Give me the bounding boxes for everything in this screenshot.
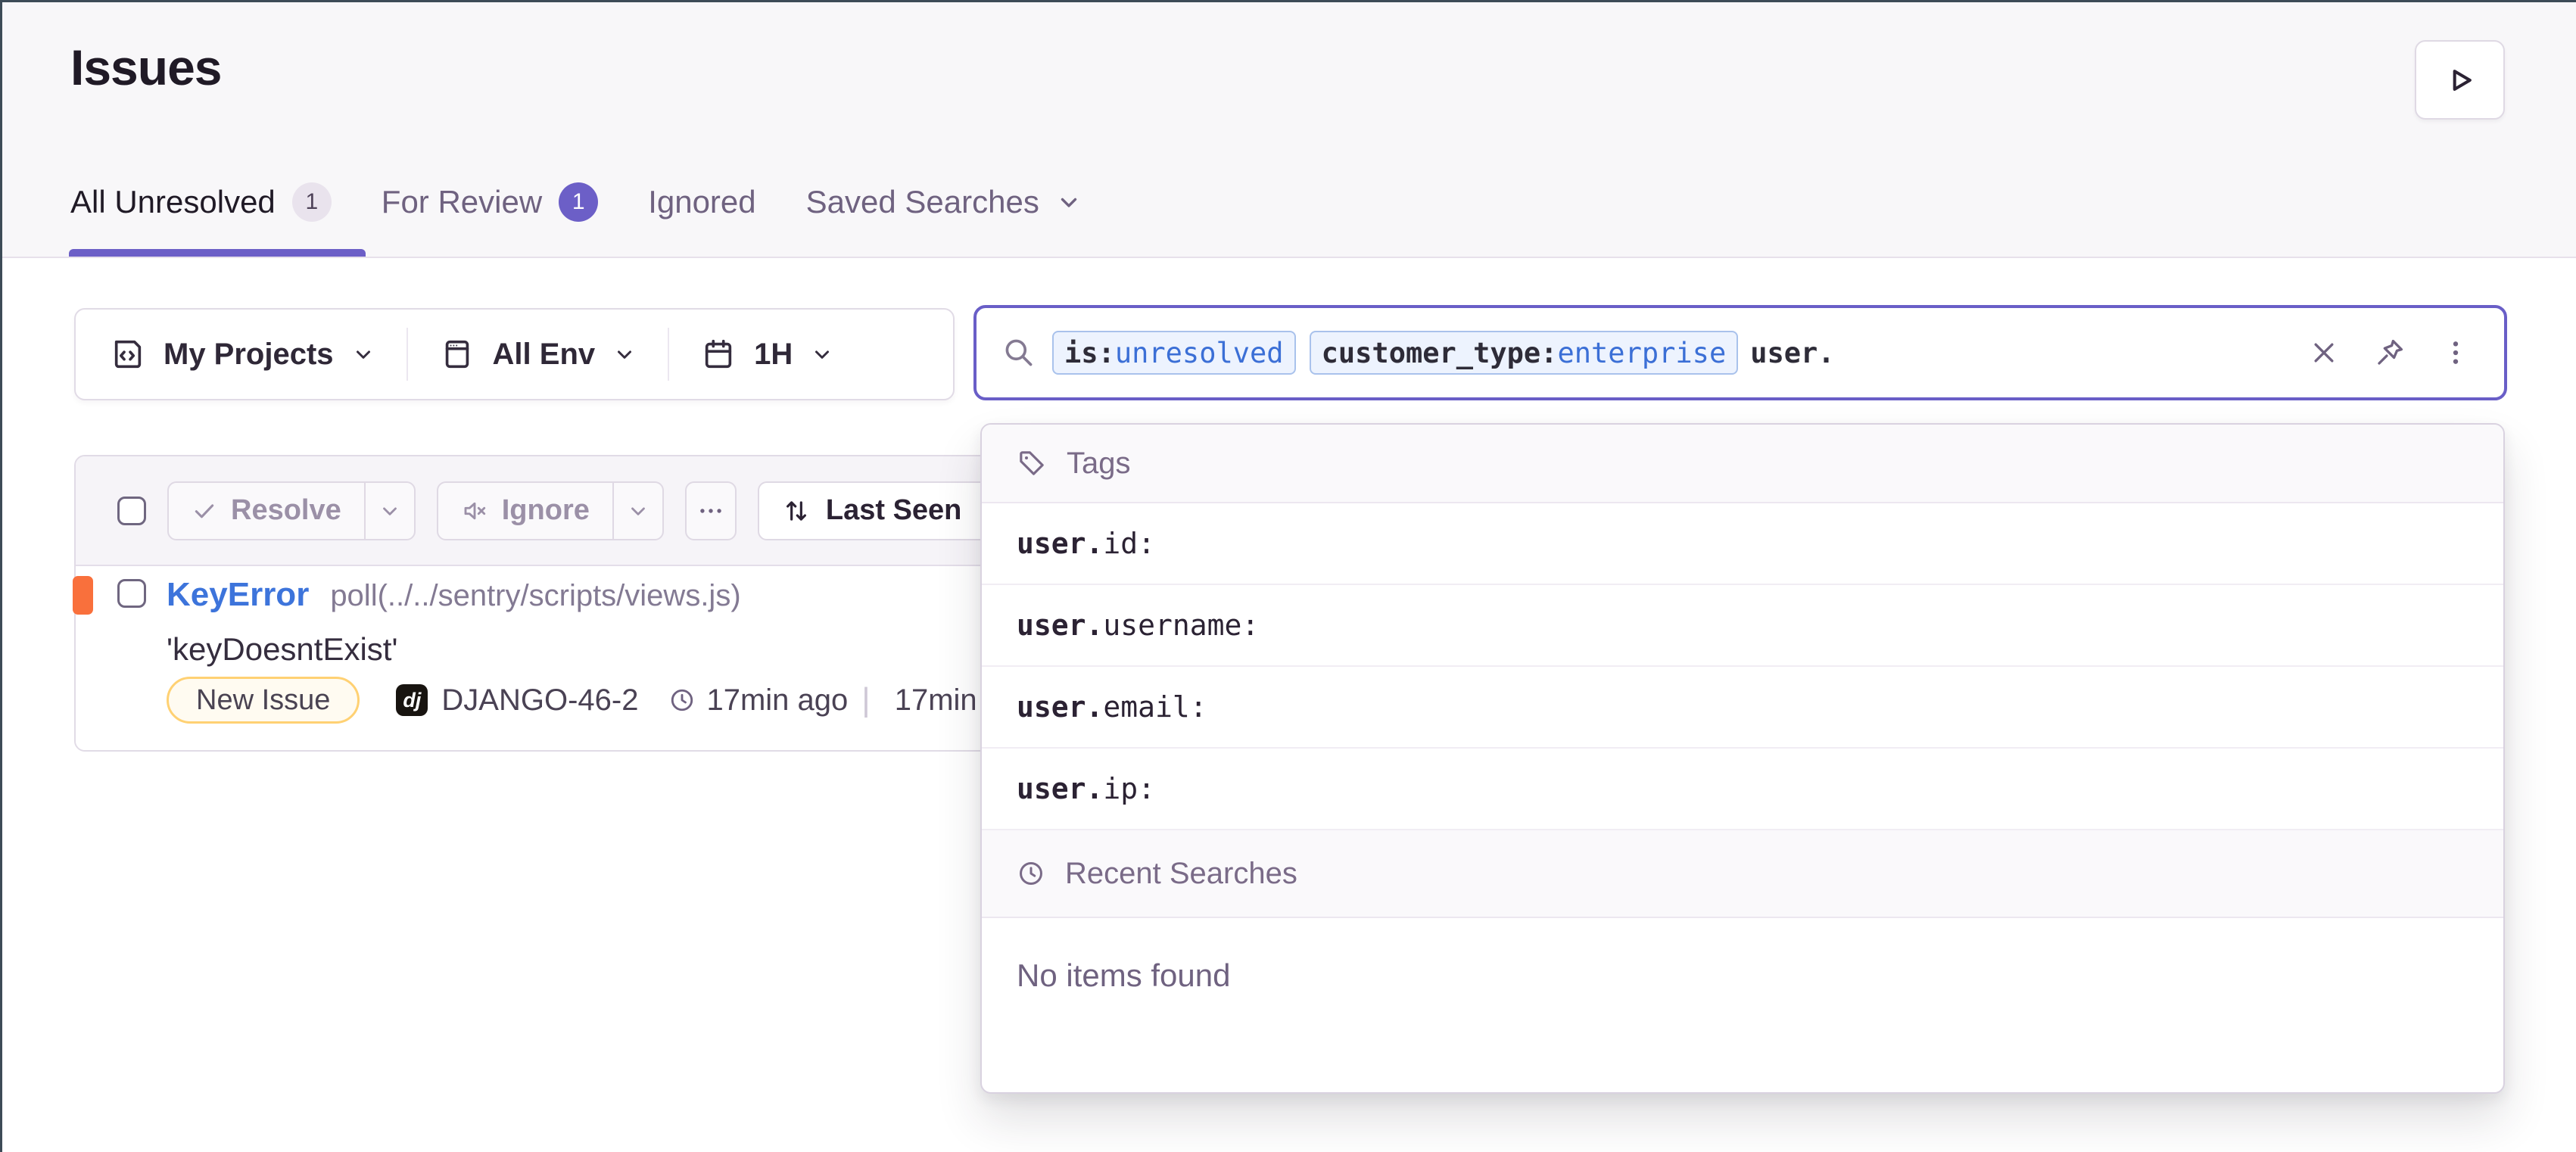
search-tokens: is:unresolved customer_type:enterprise bbox=[1052, 331, 1738, 375]
suggestion-match: user. bbox=[1017, 609, 1103, 642]
resolve-label: Resolve bbox=[231, 494, 341, 527]
search-icon bbox=[1002, 336, 1036, 369]
issue-meta-row: New Issue dj DJANGO-46-2 17min ago | 17m… bbox=[167, 677, 1026, 724]
token-value: enterprise bbox=[1557, 337, 1726, 369]
suggestion-match: user. bbox=[1017, 772, 1103, 805]
search-token-customer-type[interactable]: customer_type:enterprise bbox=[1310, 331, 1739, 375]
page-filter-bar: My Projects All Env bbox=[74, 308, 955, 400]
tab-count-badge: 1 bbox=[292, 182, 332, 222]
tab-saved-searches[interactable]: Saved Searches bbox=[806, 184, 1082, 220]
environment-filter-label: All Env bbox=[493, 338, 596, 372]
check-icon bbox=[192, 498, 217, 524]
tab-label: For Review bbox=[382, 184, 542, 220]
recent-searches-header-label: Recent Searches bbox=[1065, 857, 1297, 891]
kebab-menu-icon[interactable] bbox=[2441, 338, 2471, 368]
suggestion-match: user. bbox=[1017, 690, 1103, 724]
suggestion-rest: username: bbox=[1103, 609, 1259, 642]
page-header: Issues All Unresolved 1 For Review 1 Ign… bbox=[2, 2, 2576, 258]
issue-checkbox[interactable] bbox=[117, 579, 146, 608]
clear-search-icon[interactable] bbox=[2309, 338, 2339, 368]
projects-filter-button[interactable]: My Projects bbox=[76, 310, 406, 399]
search-autocomplete-dropdown: Tags user.id: user.username: user.email:… bbox=[980, 423, 2505, 1094]
suggestion-user-id[interactable]: user.id: bbox=[982, 503, 2503, 585]
more-actions-button[interactable] bbox=[685, 481, 737, 540]
error-level-bar bbox=[73, 576, 93, 615]
new-issue-badge: New Issue bbox=[167, 677, 360, 724]
sort-button[interactable]: Last Seen bbox=[758, 481, 1000, 540]
play-icon bbox=[2444, 64, 2477, 97]
no-items-found-text: No items found bbox=[982, 918, 2503, 1033]
tag-icon bbox=[1017, 448, 1047, 478]
issue-message: 'keyDoesntExist' bbox=[167, 631, 397, 668]
resolve-dropdown-caret[interactable] bbox=[364, 483, 414, 539]
issue-title-link[interactable]: KeyError bbox=[167, 576, 309, 614]
token-key: customer_type: bbox=[1322, 337, 1558, 369]
ignore-dropdown-caret[interactable] bbox=[612, 483, 662, 539]
mute-icon bbox=[461, 497, 488, 525]
chevron-down-icon bbox=[352, 343, 375, 366]
recent-searches-section-header: Recent Searches bbox=[982, 830, 2503, 918]
resolve-button[interactable]: Resolve bbox=[169, 483, 364, 539]
tab-label: Saved Searches bbox=[806, 184, 1039, 220]
suggestion-rest: email: bbox=[1103, 690, 1207, 724]
suggestion-user-username[interactable]: user.username: bbox=[982, 585, 2503, 667]
time-range-filter-label: 1H bbox=[754, 338, 793, 372]
suggestion-rest: id: bbox=[1103, 527, 1155, 560]
projects-icon bbox=[111, 337, 145, 372]
chevron-down-icon bbox=[811, 343, 833, 366]
suggestion-user-email[interactable]: user.email: bbox=[982, 667, 2503, 749]
ignore-label: Ignore bbox=[502, 494, 590, 527]
search-token-is-unresolved[interactable]: is:unresolved bbox=[1052, 331, 1296, 375]
sort-label: Last Seen bbox=[826, 494, 962, 527]
pin-search-icon[interactable] bbox=[2374, 337, 2406, 369]
active-tab-underline bbox=[69, 249, 366, 257]
tab-for-review[interactable]: For Review 1 bbox=[382, 182, 598, 222]
issue-last-seen: 17min ago bbox=[706, 683, 848, 718]
window-icon bbox=[440, 337, 475, 372]
suggestion-match: user. bbox=[1017, 527, 1103, 560]
page-title: Issues bbox=[70, 39, 221, 96]
clock-icon bbox=[668, 687, 696, 714]
search-typed-text[interactable]: user. bbox=[1750, 337, 1834, 369]
issue-search-bar[interactable]: is:unresolved customer_type:enterprise u… bbox=[973, 305, 2507, 400]
clock-icon bbox=[1017, 859, 1045, 888]
tab-label: Ignored bbox=[648, 184, 755, 220]
replay-tour-button[interactable] bbox=[2415, 40, 2505, 120]
meta-separator: | bbox=[861, 681, 870, 719]
time-range-filter-button[interactable]: 1H bbox=[669, 310, 865, 399]
suggestion-rest: ip: bbox=[1103, 772, 1155, 805]
tags-header-label: Tags bbox=[1067, 447, 1131, 481]
token-key: is: bbox=[1064, 337, 1115, 369]
tab-ignored[interactable]: Ignored bbox=[648, 184, 755, 220]
issue-short-id: DJANGO-46-2 bbox=[441, 683, 638, 718]
chevron-down-icon bbox=[1056, 189, 1082, 215]
tags-section-header: Tags bbox=[982, 425, 2503, 503]
resolve-split-button: Resolve bbox=[167, 481, 416, 540]
issue-culprit: poll(../../sentry/scripts/views.js) bbox=[330, 579, 740, 613]
issue-title-line: KeyError poll(../../sentry/scripts/views… bbox=[167, 576, 741, 614]
token-value: unresolved bbox=[1115, 337, 1284, 369]
select-all-checkbox[interactable] bbox=[117, 497, 146, 525]
search-actions bbox=[2309, 337, 2471, 369]
calendar-icon bbox=[701, 337, 736, 372]
issue-tabs: All Unresolved 1 For Review 1 Ignored Sa… bbox=[70, 182, 1082, 222]
suggestion-user-ip[interactable]: user.ip: bbox=[982, 749, 2503, 830]
tab-all-unresolved[interactable]: All Unresolved 1 bbox=[70, 182, 332, 222]
tab-label: All Unresolved bbox=[70, 184, 276, 220]
sort-arrows-icon bbox=[782, 497, 811, 525]
projects-filter-label: My Projects bbox=[164, 338, 334, 372]
ignore-button[interactable]: Ignore bbox=[438, 483, 612, 539]
environment-filter-button[interactable]: All Env bbox=[408, 310, 668, 399]
tab-count-badge: 1 bbox=[559, 182, 598, 222]
chevron-down-icon bbox=[613, 343, 636, 366]
django-platform-icon: dj bbox=[396, 684, 428, 716]
ignore-split-button: Ignore bbox=[437, 481, 664, 540]
issues-page: Issues All Unresolved 1 For Review 1 Ign… bbox=[0, 0, 2576, 1152]
